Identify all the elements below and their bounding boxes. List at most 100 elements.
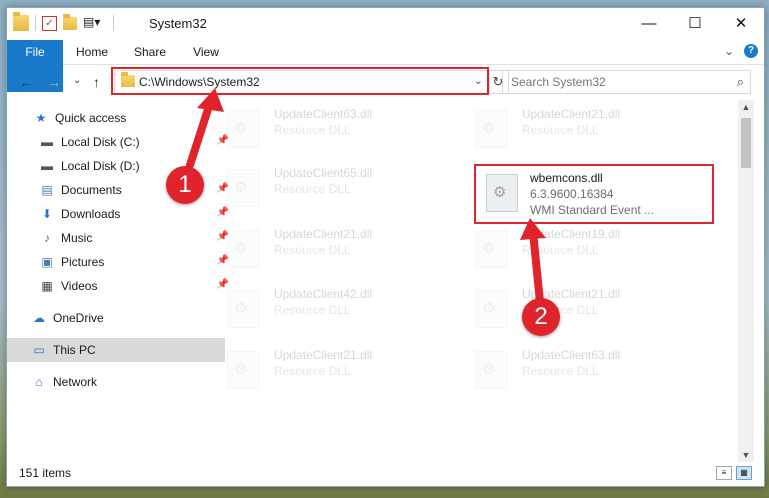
sidebar-item-pictures[interactable]: ▣ Pictures 📌 — [7, 250, 233, 274]
navigation-pane: ★ Quick access ▬ Local Disk (C:) 📌 ▬ Loc… — [7, 100, 229, 460]
sidebar-item-onedrive[interactable]: ☁ OneDrive — [7, 306, 225, 330]
sidebar-item-label: Downloads — [61, 207, 121, 221]
step-1-badge: 1 — [166, 166, 204, 204]
details-view-icon[interactable]: ≡ — [716, 466, 732, 480]
computer-icon: ▭ — [33, 343, 45, 357]
sidebar-item-label: Network — [53, 375, 98, 389]
file-item[interactable]: UpdateClient65.dll Resource DLL — [207, 161, 437, 213]
address-highlight-box — [111, 67, 489, 95]
toolbar-divider — [113, 15, 114, 31]
sidebar-item-downloads[interactable]: ⬇ Downloads 📌 — [7, 202, 233, 226]
sidebar-item-this-pc[interactable]: ▭ This PC — [7, 338, 225, 362]
file-description: Resource DLL — [274, 243, 351, 257]
up-button[interactable]: ↑ — [93, 74, 100, 90]
drive-icon: ▬ — [41, 135, 53, 149]
file-item[interactable]: UpdateClient19.dll Resource DLL — [455, 222, 685, 274]
file-name: UpdateClient63.dll — [522, 348, 621, 362]
dll-file-icon — [475, 230, 507, 268]
file-item[interactable]: UpdateClient21.dll Resource DLL — [207, 222, 437, 274]
maximize-button[interactable]: ☐ — [672, 8, 718, 38]
search-input[interactable] — [509, 71, 718, 93]
cloud-icon: ☁ — [33, 311, 45, 325]
close-button[interactable]: ✕ — [718, 8, 764, 38]
file-name: UpdateClient42.dll — [274, 287, 373, 301]
explorer-window: ✓ ▤▾ System32 — ☐ ✕ File Home Share View… — [6, 7, 765, 487]
file-list: UpdateClient63.dll Resource DLL UpdateCl… — [207, 100, 737, 460]
large-icons-view-icon[interactable]: ▦ — [736, 466, 752, 480]
file-description: Resource DLL — [274, 182, 351, 196]
tab-view[interactable]: View — [183, 40, 229, 64]
sidebar-item-music[interactable]: ♪ Music 📌 — [7, 226, 233, 250]
star-icon: ★ — [35, 111, 47, 125]
view-switcher: ≡ ▦ — [716, 466, 752, 480]
file-description: Resource DLL — [274, 303, 351, 317]
file-item[interactable]: UpdateClient63.dll Resource DLL — [207, 102, 437, 154]
file-name: UpdateClient21.dll — [274, 227, 373, 241]
recent-locations-button[interactable]: ⌄ — [73, 75, 81, 86]
file-name: UpdateClient65.dll — [274, 166, 373, 180]
properties-icon[interactable]: ✓ — [42, 15, 57, 31]
folder-icon — [13, 12, 29, 31]
dll-file-icon — [227, 230, 259, 268]
sidebar-item-label: Local Disk (D:) — [61, 159, 140, 173]
sidebar-item-local-disk-c[interactable]: ▬ Local Disk (C:) 📌 — [7, 130, 233, 154]
sidebar-item-label: Documents — [61, 183, 122, 197]
sidebar-item-label: Music — [61, 231, 93, 245]
search-icon[interactable]: ⌕ — [737, 74, 744, 90]
forward-button[interactable]: → — [47, 74, 61, 90]
file-description: Resource DLL — [522, 364, 599, 378]
file-name: UpdateClient21.dll — [274, 348, 373, 362]
scroll-down-icon[interactable]: ▼ — [738, 450, 754, 460]
vertical-scrollbar[interactable]: ▲ ▼ — [738, 100, 754, 462]
sidebar-item-label: Local Disk (C:) — [61, 135, 140, 149]
tab-share[interactable]: Share — [125, 40, 175, 64]
item-count: 151 items — [19, 466, 72, 480]
dll-file-icon — [475, 351, 507, 389]
file-item[interactable]: UpdateClient21.dll Resource DLL — [455, 282, 685, 334]
sidebar-item-label: Videos — [61, 279, 98, 293]
search-box[interactable]: ⌕ — [502, 70, 751, 94]
step-2-badge: 2 — [522, 298, 560, 336]
file-item[interactable]: UpdateClient42.dll Resource DLL — [207, 282, 437, 334]
quick-access-toolbar: ✓ ▤▾ — [13, 12, 114, 31]
sidebar-item-videos[interactable]: ▦ Videos 📌 — [7, 274, 233, 298]
file-name: UpdateClient21.dll — [522, 107, 621, 121]
music-icon: ♪ — [44, 231, 50, 245]
status-bar: 151 items ≡ ▦ — [7, 462, 764, 486]
drive-icon: ▬ — [41, 159, 53, 173]
window-title: System32 — [149, 16, 207, 31]
back-button[interactable]: ← — [19, 74, 33, 90]
expand-ribbon-icon[interactable]: ⌄ — [724, 44, 734, 58]
sidebar-item-label: OneDrive — [53, 311, 104, 325]
sidebar-item-network[interactable]: ⌂ Network — [7, 370, 225, 394]
file-description: Resource DLL — [522, 123, 599, 137]
sidebar-item-quick-access[interactable]: ★ Quick access — [7, 106, 227, 130]
tab-home[interactable]: Home — [67, 40, 117, 64]
dll-file-icon — [227, 169, 259, 207]
file-description: Resource DLL — [274, 364, 351, 378]
file-highlight-box — [474, 164, 714, 224]
videos-icon: ▦ — [41, 279, 53, 293]
help-icon[interactable]: ? — [744, 44, 758, 58]
scrollbar-thumb[interactable] — [741, 118, 751, 168]
dll-file-icon — [475, 290, 507, 328]
dll-file-icon — [227, 351, 259, 389]
file-description: Resource DLL — [274, 123, 351, 137]
ribbon-tabs: File Home Share View ⌄ ? — [7, 40, 764, 92]
file-name: UpdateClient63.dll — [274, 107, 373, 121]
minimize-button[interactable]: — — [626, 8, 672, 38]
sidebar-item-label: This PC — [53, 343, 96, 357]
new-folder-icon[interactable] — [63, 13, 77, 30]
scroll-up-icon[interactable]: ▲ — [738, 102, 754, 112]
file-item[interactable]: UpdateClient21.dll Resource DLL — [207, 343, 437, 395]
file-name: UpdateClient19.dll — [522, 227, 621, 241]
file-item[interactable]: UpdateClient63.dll Resource DLL — [455, 343, 685, 395]
download-icon: ⬇ — [41, 207, 53, 221]
network-icon: ⌂ — [35, 375, 43, 389]
toolbar-divider — [35, 15, 36, 31]
caption-buttons: — ☐ ✕ — [626, 8, 764, 38]
sidebar-item-label: Quick access — [55, 111, 127, 125]
file-description: Resource DLL — [522, 243, 599, 257]
file-item[interactable]: UpdateClient21.dll Resource DLL — [455, 102, 685, 154]
customize-toolbar-icon[interactable]: ▤▾ — [83, 15, 107, 31]
